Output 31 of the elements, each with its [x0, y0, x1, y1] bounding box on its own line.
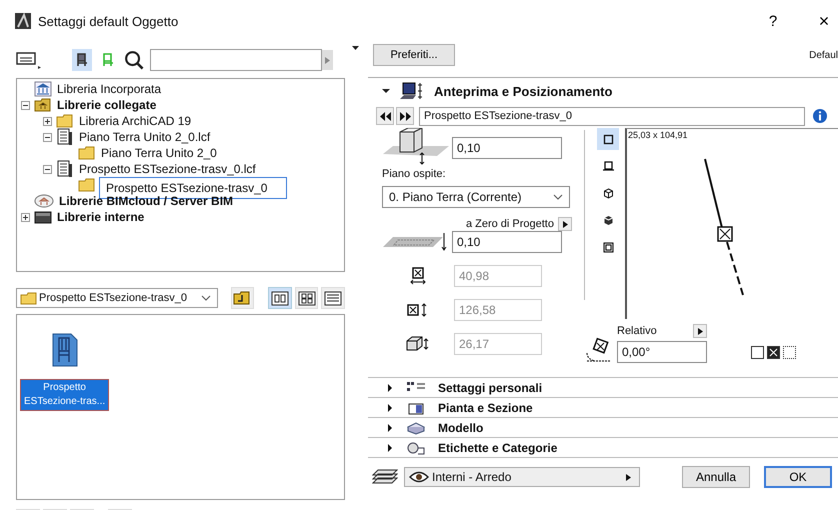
reference-elevation-field[interactable]: 0,10	[452, 231, 562, 253]
window-title: Settaggi default Oggetto	[38, 14, 178, 28]
object-name-field[interactable]: Prospetto ESTsezione-trasv_0	[419, 106, 805, 126]
tree-item[interactable]: Piano Terra Unito 2_0	[99, 146, 219, 160]
tree-item[interactable]: Piano Terra Unito 2_0.lcf	[77, 130, 212, 144]
cancel-button[interactable]: Annulla	[682, 466, 750, 488]
close-button[interactable]: ×	[812, 10, 836, 32]
section-header[interactable]: Modello	[368, 418, 838, 438]
tree-item[interactable]: Libreria Incorporata	[55, 82, 164, 96]
reference-label: a Zero di Progetto	[466, 218, 554, 230]
layer-dropdown[interactable]: Interni - Arredo	[404, 467, 640, 487]
tree-item[interactable]: Librerie collegate	[55, 98, 158, 112]
object-name[interactable]: Prospetto ESTsezione-tras...	[20, 379, 110, 411]
elevation-field[interactable]: 0,10	[452, 137, 562, 159]
angle-field[interactable]: 0,00°	[617, 341, 707, 363]
angle-label: Relativo	[617, 325, 657, 337]
defaults-label: Defaul	[809, 50, 838, 60]
section-header[interactable]: Settaggi personali	[368, 378, 838, 398]
host-story-label: Piano ospite:	[382, 168, 447, 180]
section-title[interactable]: Anteprima e Posizionamento	[434, 84, 612, 98]
section-header[interactable]: Etichette e Categorie	[368, 438, 838, 458]
tree-item[interactable]: Libreria ArchiCAD 19	[77, 114, 194, 128]
tree-item[interactable]: Prospetto ESTsezione-trasv_0.lcf	[77, 162, 258, 176]
preview-size: 25,03 x 104,91	[628, 130, 688, 140]
folder-dropdown[interactable]: Prospetto ESTsezione-trasv_0	[16, 288, 218, 308]
section-header[interactable]: Pianta e Sezione	[368, 398, 838, 418]
ok-button[interactable]: OK	[764, 466, 832, 488]
help-button[interactable]: ?	[761, 12, 785, 30]
tree-item[interactable]: Librerie interne	[55, 210, 146, 224]
favorites-button[interactable]: Preferiti...	[373, 44, 455, 66]
host-story-dropdown[interactable]: 0. Piano Terra (Corrente)	[382, 186, 570, 208]
